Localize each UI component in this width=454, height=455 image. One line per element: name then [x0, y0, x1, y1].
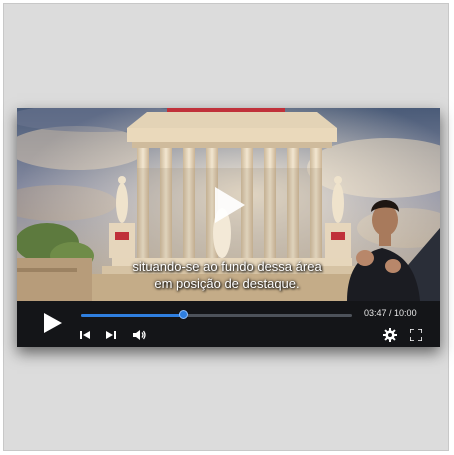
volume-icon[interactable] [133, 329, 147, 341]
control-bar: 03:47 / 10:00 [17, 301, 440, 347]
time-separator: / [386, 308, 395, 318]
video-player: situando-se ao fundo dessa área em posiç… [17, 108, 440, 347]
duration: 10:00 [394, 308, 417, 318]
current-time: 03:47 [364, 308, 387, 318]
big-play-icon[interactable] [213, 185, 247, 225]
progress-fill [81, 314, 184, 317]
fullscreen-icon[interactable] [410, 329, 422, 341]
play-icon[interactable] [43, 312, 63, 334]
skip-forward-icon[interactable] [106, 330, 116, 340]
progress-handle[interactable] [179, 310, 189, 319]
video-area[interactable]: situando-se ao fundo dessa área em posiç… [17, 108, 440, 301]
skip-back-icon[interactable] [80, 330, 90, 340]
gear-icon[interactable] [383, 328, 397, 342]
subtitle-line-1: situando-se ao fundo dessa área [132, 259, 322, 274]
progress-bar[interactable] [81, 310, 352, 319]
subtitles: situando-se ao fundo dessa área em posiç… [87, 258, 367, 292]
time-display: 03:47 / 10:00 [364, 308, 417, 318]
subtitle-line-2: em posição de destaque. [154, 276, 300, 291]
